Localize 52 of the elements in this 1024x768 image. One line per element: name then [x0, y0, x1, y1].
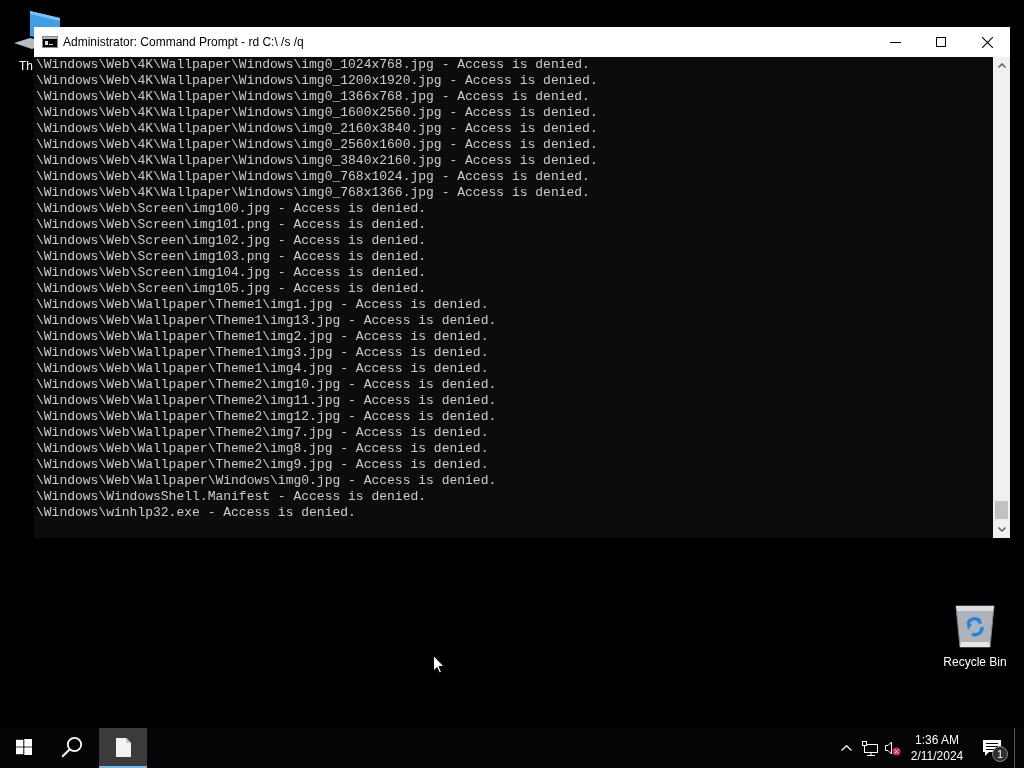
desktop-icon-label: Th: [19, 59, 33, 73]
console-line: \Windows\Web\Screen\img104.jpg - Access is denied.: [36, 265, 427, 281]
maximize-icon: [936, 37, 946, 47]
console-line: \Windows\Web\4K\Wallpaper\Windows\img0_768x1366.jpg - Access is denied.: [36, 185, 590, 201]
desktop-icon-label: Recycle Bin: [943, 655, 1007, 669]
speaker-muted-icon[interactable]: [885, 740, 901, 756]
console-line: \Windows\Web\Wallpaper\Theme2\img7.jpg - Access is denied.: [36, 425, 489, 441]
cursor-icon: [433, 655, 445, 674]
console-line: \Windows\Web\4K\Wallpaper\Windows\img0_1200x1920.jpg - Access is denied.: [36, 73, 598, 89]
taskbar-app-button[interactable]: [99, 728, 147, 768]
caret-up-icon[interactable]: [997, 63, 1006, 68]
console-line: \Windows\Web\Screen\img102.jpg - Access is denied.: [36, 233, 427, 249]
document-icon: [115, 737, 131, 757]
console-line: \Windows\Web\Wallpaper\Theme2\img10.jpg - Access is denied.: [36, 377, 497, 393]
console-line: \Windows\Web\Wallpaper\Theme2\img11.jpg - Access is denied.: [36, 393, 497, 409]
recycle-bin-icon: [955, 602, 995, 648]
clock-date[interactable]: 2/11/2024: [910, 748, 964, 764]
console-line: \Windows\Web\Wallpaper\Theme1\img1.jpg - Access is denied.: [36, 297, 489, 313]
console-line: \Windows\Web\4K\Wallpaper\Windows\img0_768x1024.jpg - Access is denied.: [36, 169, 590, 185]
monitor-icon[interactable]: [862, 740, 878, 756]
four-panes-icon: [16, 739, 32, 755]
minimize-icon: [889, 41, 901, 43]
console-line: \Windows\Web\Wallpaper\Theme2\img9.jpg - Access is denied.: [36, 457, 489, 473]
console-line: \Windows\Web\Screen\img100.jpg - Access is denied.: [36, 201, 427, 217]
console-line: \Windows\Web\Wallpaper\Windows\img0.jpg - Access is denied.: [36, 473, 497, 489]
console-line: \Windows\Web\Wallpaper\Theme1\img2.jpg - Access is denied.: [36, 329, 489, 345]
search-icon: [61, 736, 83, 758]
console-line: \Windows\Web\Screen\img103.png - Access is denied.: [36, 249, 427, 265]
console-line: \Windows\Web\4K\Wallpaper\Windows\img0_1024x768.jpg - Access is denied.: [36, 57, 590, 73]
console-line: \Windows\Web\Wallpaper\Theme2\img8.jpg - Access is denied.: [36, 441, 489, 457]
notification-badge: 1: [992, 746, 1008, 762]
console-line: \Windows\winhlp32.exe - Access is denied.: [36, 505, 356, 521]
console-line: \Windows\Web\4K\Wallpaper\Windows\img0_1366x768.jpg - Access is denied.: [36, 89, 590, 105]
console-line: \Windows\Web\Wallpaper\Theme2\img12.jpg - Access is denied.: [36, 409, 497, 425]
console-line: \Windows\Web\Screen\img101.png - Access is denied.: [36, 217, 427, 233]
chevron-up-icon[interactable]: [840, 745, 852, 751]
caret-down-icon[interactable]: [997, 527, 1006, 532]
clock-time[interactable]: 1:36 AM: [915, 732, 959, 748]
console-line: \Windows\Web\4K\Wallpaper\Windows\img0_1600x2560.jpg - Access is denied.: [36, 105, 598, 121]
console-line: \Windows\Web\4K\Wallpaper\Windows\img0_2560x1600.jpg - Access is denied.: [36, 137, 598, 153]
console-line: \Windows\Web\Wallpaper\Theme1\img13.jpg - Access is denied.: [36, 313, 497, 329]
console-line: \Windows\Web\Screen\img105.jpg - Access is denied.: [36, 281, 427, 297]
console-line: \Windows\WindowsShell.Manifest - Access is denied.: [36, 489, 427, 505]
close-icon: [981, 36, 993, 48]
scrollbar-thumb[interactable]: [995, 501, 1008, 519]
terminal-icon: [42, 36, 58, 48]
console-line: \Windows\Web\4K\Wallpaper\Windows\img0_2160x3840.jpg - Access is denied.: [36, 121, 598, 137]
window-title: Administrator: Command Prompt - rd C:\ /s /q: [63, 35, 304, 49]
console-line: \Windows\Web\Wallpaper\Theme1\img3.jpg - Access is denied.: [36, 345, 489, 361]
scrollbar[interactable]: [993, 57, 1010, 538]
console-line: \Windows\Web\Wallpaper\Theme1\img4.jpg - Access is denied.: [36, 361, 489, 377]
console-line: \Windows\Web\4K\Wallpaper\Windows\img0_3840x2160.jpg - Access is denied.: [36, 153, 598, 169]
